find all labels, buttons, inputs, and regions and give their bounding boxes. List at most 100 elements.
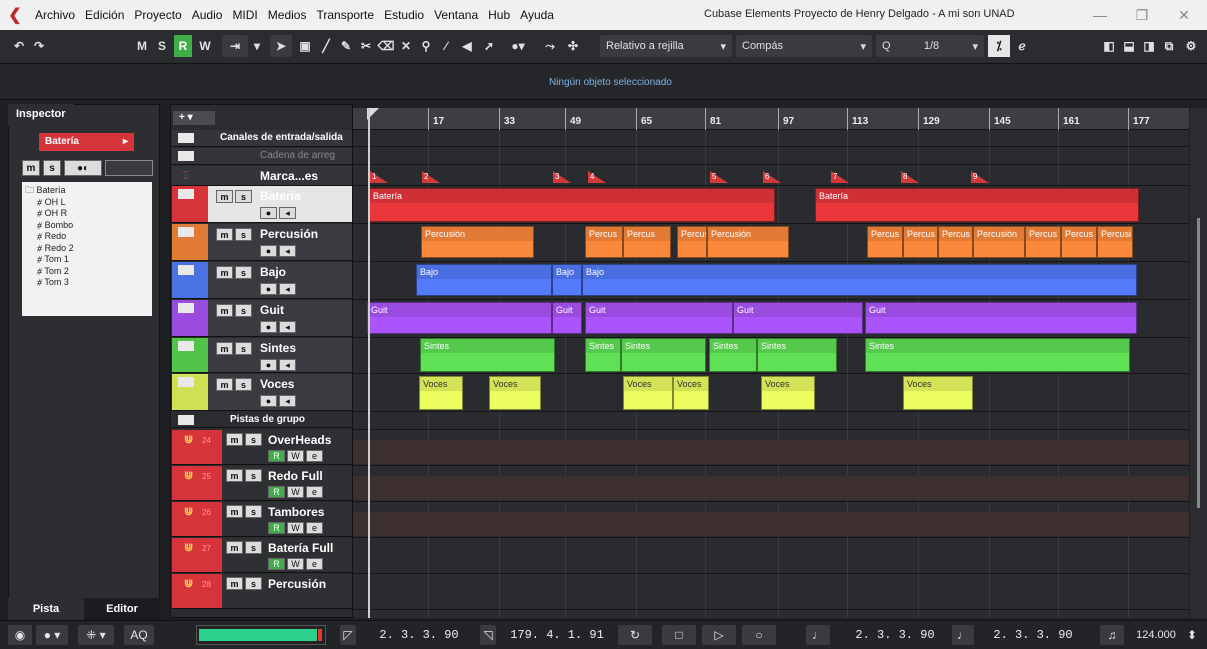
arrow-tool-icon[interactable]: ➚ (480, 35, 498, 57)
tree-item[interactable]: ⧣ Redo (25, 231, 149, 243)
track-record-enable-button[interactable]: ● (260, 283, 277, 295)
tree-item[interactable]: ⧣ Tom 1 (25, 254, 149, 266)
window-layout-icon[interactable]: ⧉ (1160, 35, 1178, 57)
inspector-volume-field[interactable] (105, 160, 153, 176)
right-locator-icon[interactable]: ◹ (480, 625, 496, 645)
mute-toggle-button[interactable]: M (134, 35, 150, 57)
erase-tool-icon[interactable]: ⌫ (378, 35, 395, 57)
write-automation-button[interactable]: W (287, 522, 304, 534)
percusion-event[interactable]: Percusión (421, 226, 534, 258)
track-mute-button[interactable]: m (216, 266, 233, 279)
menu-ventana[interactable]: Ventana (429, 8, 483, 22)
group-track-row[interactable]: ⋓ 25 m s Redo Full R We (172, 466, 352, 501)
sintes-event[interactable]: Sintes (585, 338, 621, 372)
draw-tool-icon[interactable]: ✎ (338, 35, 354, 57)
track-record-enable-button[interactable]: ● (260, 359, 277, 371)
bateria-event[interactable]: Batería (815, 188, 1139, 222)
left-locator-value[interactable]: 2. 3. 3. 90 (364, 625, 474, 645)
glue-tool-icon[interactable]: ✂ (358, 35, 374, 57)
track-mute-button[interactable]: m (216, 190, 233, 203)
chevron-down-icon[interactable]: ▾ (250, 35, 264, 57)
track-record-enable-button[interactable]: ● (260, 395, 277, 407)
edit-channel-button[interactable]: e (306, 486, 323, 498)
tab-editor[interactable]: Editor (84, 598, 160, 620)
inspector-tab[interactable]: Inspector (8, 104, 74, 126)
tree-folder-item[interactable]: 🗀 Batería (25, 185, 149, 197)
ruler[interactable]: 17 33 49 65 81 97 113 129 145 161 177 (353, 108, 1189, 130)
percusion-event[interactable]: Percusión (973, 226, 1025, 258)
sintes-event[interactable]: Sintes (865, 338, 1130, 372)
inspector-track-name[interactable]: Batería ▸ (39, 133, 134, 151)
menu-ayuda[interactable]: Ayuda (515, 8, 559, 22)
lower-zone-icon[interactable]: ⬓ (1120, 35, 1138, 57)
voces-event[interactable]: Voces (673, 376, 709, 410)
track-solo-button[interactable]: s (245, 577, 262, 590)
tree-item[interactable]: ⧣ Tom 3 (25, 277, 149, 289)
stop-icon[interactable]: □ (662, 625, 696, 645)
inspector-solo-button[interactable]: s (43, 160, 61, 176)
guit-event[interactable]: Guit (585, 302, 733, 334)
speaker-tool-icon[interactable]: ◀ (458, 35, 476, 57)
percusion-event[interactable]: Percus (623, 226, 671, 258)
track-mute-button[interactable]: m (226, 541, 243, 554)
track-solo-button[interactable]: s (235, 378, 252, 391)
autoquantize-button[interactable]: AQ (124, 625, 154, 645)
record-icon[interactable]: ○ (742, 625, 776, 645)
tree-item[interactable]: ⧣ Bombo (25, 220, 149, 232)
color-tool-icon[interactable]: ●▾ (504, 35, 532, 57)
group-folder-track[interactable]: Pistas de grupo (172, 412, 352, 428)
tempo-value[interactable]: 124.000 (1126, 625, 1186, 645)
write-automation-button[interactable]: W (287, 450, 304, 462)
sintes-event[interactable]: Sintes (709, 338, 757, 372)
snap-icon[interactable]: ⤳ (540, 35, 560, 57)
scrollbar-thumb[interactable] (1197, 218, 1200, 508)
voces-event[interactable]: Voces (903, 376, 973, 410)
split-tool-icon[interactable]: ╱ (318, 35, 334, 57)
track-monitor-button[interactable]: ◂ (279, 359, 296, 371)
marker-track[interactable]: ⌶ Marca...es (172, 166, 352, 186)
percusion-event[interactable]: Percus (1025, 226, 1061, 258)
track-mute-button[interactable]: m (216, 304, 233, 317)
grid-type-select[interactable]: Compás ▾ (736, 35, 872, 57)
secondary-time-icon[interactable]: ♩ (952, 625, 974, 645)
read-automation-button[interactable]: R (268, 450, 285, 462)
cycle-icon[interactable]: ↻ (618, 625, 652, 645)
track-solo-button[interactable]: s (245, 505, 262, 518)
read-automation-button[interactable]: R (268, 558, 285, 570)
bajo-event[interactable]: Bajo (552, 264, 582, 296)
sintes-event[interactable]: Sintes (621, 338, 706, 372)
snap-to-zero-icon[interactable]: ✣ (564, 35, 582, 57)
edit-channel-button[interactable]: e (306, 522, 323, 534)
track-mute-button[interactable]: m (226, 577, 243, 590)
track-solo-button[interactable]: s (235, 266, 252, 279)
tree-item[interactable]: ⧣ OH R (25, 208, 149, 220)
track-record-enable-button[interactable]: ● (260, 207, 277, 219)
menu-archivo[interactable]: Archivo (30, 8, 80, 22)
quantize-settings-icon[interactable]: ℯ (1012, 35, 1032, 57)
play-icon[interactable]: ▷ (702, 625, 736, 645)
metronome-icon[interactable]: ♫ (1100, 625, 1124, 645)
write-automation-button[interactable]: W (196, 35, 214, 57)
menu-midi[interactable]: MIDI (227, 8, 262, 22)
quantize-select[interactable]: Q 1/8 ▾ (876, 35, 984, 57)
sintes-event[interactable]: Sintes (757, 338, 837, 372)
edit-channel-button[interactable]: e (306, 558, 323, 570)
left-locator-icon[interactable]: ◸ (340, 625, 356, 645)
sintes-event[interactable]: Sintes (420, 338, 555, 372)
guit-event[interactable]: Guit (552, 302, 582, 334)
track-mute-button[interactable]: m (216, 342, 233, 355)
iterative-quantize-icon[interactable]: ⁒ (988, 35, 1010, 57)
voces-event[interactable]: Voces (419, 376, 463, 410)
tree-item[interactable]: ⧣ Tom 2 (25, 266, 149, 278)
percusion-event[interactable]: Percus (1061, 226, 1097, 258)
guit-event[interactable]: Guit (367, 302, 552, 334)
track-solo-button[interactable]: s (235, 342, 252, 355)
group-track-row[interactable]: ⋓ 24 m s OverHeads R We (172, 430, 352, 465)
track-record-enable-button[interactable]: ● (260, 321, 277, 333)
right-zone-icon[interactable]: ◨ (1140, 35, 1158, 57)
track-row[interactable]: m s Guit ● ◂ (172, 300, 352, 337)
tree-item[interactable]: ⧣ Redo 2 (25, 243, 149, 255)
track-mute-button[interactable]: m (226, 433, 243, 446)
menu-transporte[interactable]: Transporte (311, 8, 379, 22)
minimize-icon[interactable]: — (1080, 4, 1120, 26)
